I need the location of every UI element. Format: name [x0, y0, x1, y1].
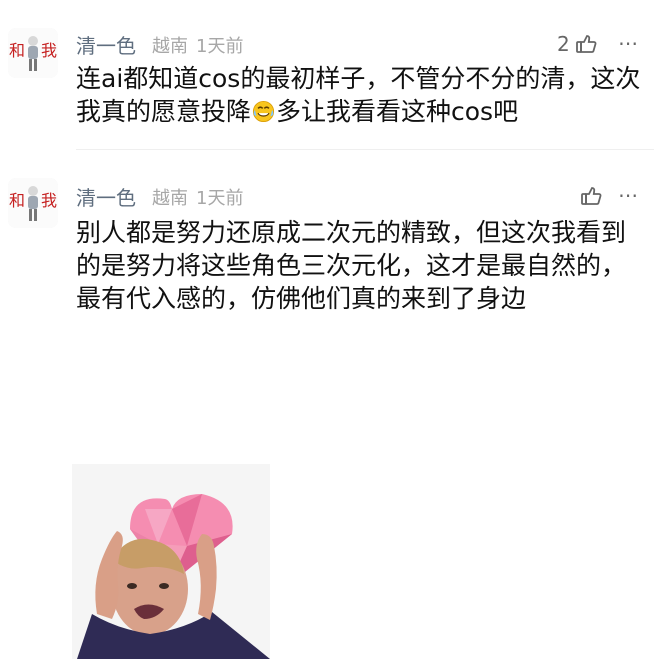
comment-location: 越南: [152, 188, 188, 209]
more-icon[interactable]: ⋯: [615, 31, 643, 55]
like-count: 2: [557, 32, 570, 56]
svg-text:我: 我: [41, 191, 57, 210]
reaction-sticker-image[interactable]: [72, 464, 270, 659]
avatar[interactable]: 和 我: [8, 28, 58, 78]
like-button[interactable]: 2: [557, 32, 598, 56]
comment-location: 越南: [152, 36, 188, 57]
username[interactable]: 清一色: [76, 182, 136, 211]
comment-time: 1天前: [196, 36, 244, 57]
svg-text:和: 和: [9, 41, 25, 60]
like-button[interactable]: [579, 184, 603, 208]
crying-person-heart-icon: [72, 464, 270, 659]
svg-text:我: 我: [41, 41, 57, 60]
comment-text: 连ai都知道cos的最初样子，不管分不分的清，这次我真的愿意投降 多让我看看这种…: [76, 62, 646, 128]
avatar[interactable]: 和 我: [8, 178, 58, 228]
comment-text-part-2: 多让我看看这种cos吧: [276, 97, 519, 126]
user-avatar-image: 和 我: [8, 178, 58, 228]
comment-2: 和 我 清一色 越南 1天前 ⋯ 别人都是努力还原成二次元的精致，但这次我看到的…: [0, 150, 654, 659]
user-avatar-image: 和 我: [8, 28, 58, 78]
comment-time: 1天前: [196, 188, 244, 209]
thumbs-up-icon: [575, 35, 597, 53]
more-icon[interactable]: ⋯: [615, 183, 643, 207]
comment-1: 和 我 清一色 越南 1天前 2 ⋯ 连ai都知道cos的最初样子，不管分不分的…: [0, 0, 654, 150]
username[interactable]: 清一色: [76, 30, 136, 59]
crying-laughing-emoji-icon: [252, 100, 275, 123]
thumbs-up-icon: [581, 187, 602, 205]
comment-text: 别人都是努力还原成二次元的精致，但这次我看到的是努力将这些角色三次元化，这才是最…: [76, 218, 627, 313]
svg-text:和: 和: [9, 191, 25, 210]
